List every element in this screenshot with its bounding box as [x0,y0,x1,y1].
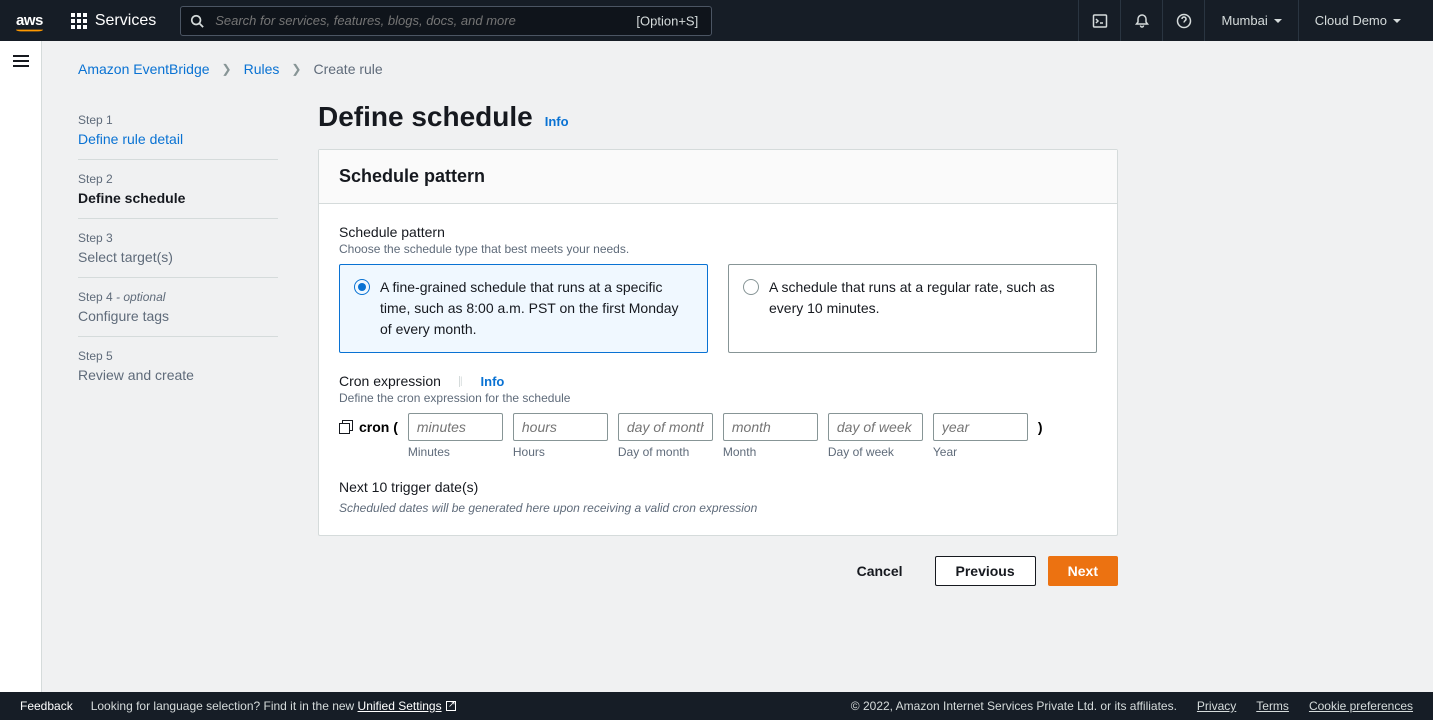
radio-regular-rate[interactable]: A schedule that runs at a regular rate, … [728,264,1097,353]
pattern-label: Schedule pattern [339,224,1097,240]
step-4: Step 4 - optional Configure tags [78,278,278,337]
cron-expression-row: cron ( Minutes Hours [339,413,1097,459]
previous-button[interactable]: Previous [935,556,1036,586]
trigger-dates-label: Next 10 trigger date(s) [339,479,1097,495]
breadcrumb-link-rules[interactable]: Rules [244,61,280,77]
chevron-right-icon: ❯ [222,62,232,76]
sidebar-toggle[interactable] [13,55,29,692]
cron-month-input[interactable] [723,413,818,441]
notifications-button[interactable] [1120,0,1162,41]
radio-fine-grained[interactable]: A fine-grained schedule that runs at a s… [339,264,708,353]
grid-icon [71,13,87,29]
services-label: Services [95,12,156,30]
form-column: Define schedule Info Schedule pattern Sc… [318,101,1118,586]
left-rail [0,41,42,692]
search-shortcut-hint: [Option+S] [636,13,698,28]
breadcrumb-link-eventbridge[interactable]: Amazon EventBridge [78,61,210,77]
cron-label: Cron expression | Info [339,373,1097,389]
cron-suffix: ) [1038,413,1043,435]
bottom-bar: Feedback Looking for language selection?… [0,692,1433,720]
cron-year-input[interactable] [933,413,1028,441]
caret-down-icon [1274,19,1282,23]
external-link-icon [446,701,456,711]
language-prompt: Looking for language selection? Find it … [91,699,456,713]
step-2: Step 2 Define schedule [78,160,278,219]
radio-icon [743,279,759,295]
step-1: Step 1 Define rule detail [78,101,278,160]
search-input[interactable] [180,6,712,36]
copy-icon[interactable] [339,420,353,434]
cron-dayofmonth-input[interactable] [618,413,713,441]
content-area: Amazon EventBridge ❯ Rules ❯ Create rule… [42,41,1433,692]
account-selector[interactable]: Cloud Demo [1298,0,1417,41]
step-future-configure-tags: Configure tags [78,308,278,324]
cron-hours-input[interactable] [513,413,608,441]
step-3: Step 3 Select target(s) [78,219,278,278]
topnav-right: Mumbai Cloud Demo [1078,0,1417,41]
breadcrumb-current: Create rule [313,61,382,77]
region-selector[interactable]: Mumbai [1204,0,1297,41]
services-menu-button[interactable]: Services [59,0,168,41]
copyright-text: © 2022, Amazon Internet Services Private… [851,699,1177,713]
card-header: Schedule pattern [319,150,1117,204]
terms-link[interactable]: Terms [1256,699,1289,713]
wizard-actions: Cancel Previous Next [318,556,1118,586]
info-link[interactable]: Info [545,114,569,129]
caret-down-icon [1393,19,1401,23]
help-icon [1176,13,1192,29]
feedback-link[interactable]: Feedback [20,699,73,713]
schedule-pattern-card: Schedule pattern Schedule pattern Choose… [318,149,1118,536]
breadcrumb: Amazon EventBridge ❯ Rules ❯ Create rule [78,61,1397,77]
cancel-button[interactable]: Cancel [837,556,923,586]
cron-prefix: cron ( [339,413,398,435]
next-button[interactable]: Next [1048,556,1118,586]
step-link-define-rule[interactable]: Define rule detail [78,131,278,147]
unified-settings-link[interactable]: Unified Settings [358,699,456,713]
aws-logo[interactable]: aws [16,12,43,29]
pattern-desc: Choose the schedule type that best meets… [339,242,1097,256]
help-button[interactable] [1162,0,1204,41]
privacy-link[interactable]: Privacy [1197,699,1236,713]
bell-icon [1134,13,1150,29]
radio-icon [354,279,370,295]
wizard-steps: Step 1 Define rule detail Step 2 Define … [78,101,278,586]
cron-dayofweek-input[interactable] [828,413,923,441]
cron-minutes-input[interactable] [408,413,503,441]
chevron-right-icon: ❯ [291,62,301,76]
page-title: Define schedule Info [318,101,1118,133]
cron-desc: Define the cron expression for the sched… [339,391,1097,405]
cloudshell-icon [1092,13,1108,29]
cron-info-link[interactable]: Info [481,374,505,389]
step-future-select-targets: Select target(s) [78,249,278,265]
trigger-dates-note: Scheduled dates will be generated here u… [339,501,1097,515]
search-container: [Option+S] [180,6,712,36]
step-5: Step 5 Review and create [78,337,278,395]
search-icon [190,14,204,28]
cloudshell-button[interactable] [1078,0,1120,41]
top-navigation: aws Services [Option+S] Mumbai [0,0,1433,41]
step-future-review: Review and create [78,367,278,383]
cookie-prefs-link[interactable]: Cookie preferences [1309,699,1413,713]
step-current-define-schedule: Define schedule [78,190,278,206]
